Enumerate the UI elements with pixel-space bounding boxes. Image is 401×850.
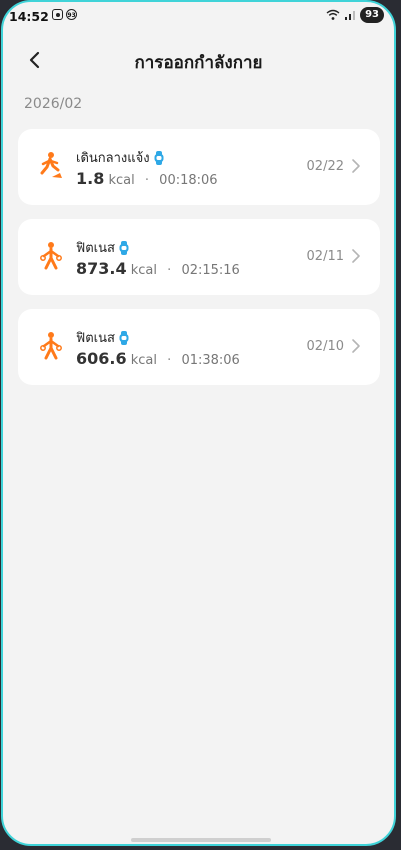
fitness-icon	[40, 242, 62, 270]
workout-kcal-value: 606.6	[76, 349, 127, 368]
notification-badge-icon: 93	[66, 9, 77, 20]
workout-kcal-unit: kcal	[130, 353, 158, 368]
workout-title-row: เดินกลางแจ้ง	[76, 147, 164, 168]
workout-stats: 1.8 kcal · 00:18:06	[76, 169, 218, 188]
outdoor-walk-icon	[40, 152, 62, 178]
screenshot-icon	[52, 9, 63, 20]
battery-indicator: 93	[360, 7, 384, 23]
workout-card[interactable]: เดินกลางแจ้ง 1.8 kcal · 00:18:06 02/22	[18, 129, 380, 205]
wifi-icon	[326, 9, 340, 20]
workout-kcal-unit: kcal	[130, 263, 158, 278]
workout-date: 02/22	[306, 159, 344, 174]
chevron-right-icon	[352, 159, 360, 173]
home-indicator[interactable]	[131, 838, 271, 842]
watch-icon	[154, 150, 164, 165]
status-bar: 14:52 93 93	[3, 2, 394, 32]
watch-icon	[119, 240, 129, 255]
workout-card[interactable]: ฟิตเนส 873.4 kcal · 02:15:16 02/11	[18, 219, 380, 295]
signal-icon	[345, 11, 356, 20]
page-title: การออกกำลังกาย	[134, 53, 263, 73]
status-time: 14:52	[9, 9, 49, 24]
separator-dot: ·	[167, 263, 172, 278]
workout-name: ฟิตเนส	[76, 331, 115, 346]
workout-title-row: ฟิตเนส	[76, 237, 129, 258]
workout-name: ฟิตเนส	[76, 241, 115, 256]
workout-stats: 873.4 kcal · 02:15:16	[76, 259, 240, 278]
workout-card[interactable]: ฟิตเนส 606.6 kcal · 01:38:06 02/10	[18, 309, 380, 385]
workout-duration: 02:15:16	[181, 263, 240, 278]
workout-date: 02/11	[306, 249, 344, 264]
fitness-icon	[40, 332, 62, 360]
workout-kcal-unit: kcal	[108, 173, 135, 188]
status-right-icons: 93	[326, 7, 384, 23]
workout-duration: 01:38:06	[181, 353, 240, 368]
workout-name: เดินกลางแจ้ง	[76, 151, 150, 166]
chevron-right-icon	[352, 339, 360, 353]
workout-kcal-value: 873.4	[76, 259, 127, 278]
month-label: 2026/02	[24, 96, 83, 112]
workout-date: 02/10	[306, 339, 344, 354]
workout-title-row: ฟิตเนส	[76, 327, 129, 348]
phone-screen: 14:52 93 93 การออกกำลังกาย 2026/02 เดินก…	[1, 0, 396, 846]
separator-dot: ·	[167, 353, 172, 368]
status-notification-icons: 93	[52, 9, 77, 20]
page-header: การออกกำลังกาย	[3, 42, 394, 78]
workout-duration: 00:18:06	[159, 173, 218, 188]
workout-stats: 606.6 kcal · 01:38:06	[76, 349, 240, 368]
workout-kcal-value: 1.8	[76, 169, 105, 188]
watch-icon	[119, 330, 129, 345]
separator-dot: ·	[144, 173, 150, 188]
chevron-right-icon	[352, 249, 360, 263]
